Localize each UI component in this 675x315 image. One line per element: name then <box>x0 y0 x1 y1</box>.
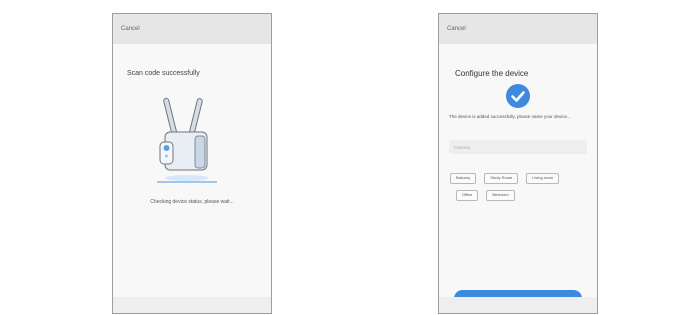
room-chip-study-room[interactable]: Study Room <box>484 173 519 184</box>
room-chip-bedroom[interactable]: Bedroom <box>486 190 515 201</box>
camera-icon <box>151 96 223 193</box>
room-chip-living-room[interactable]: Living room <box>526 173 559 184</box>
scan-content: Scan code successfully Checking device s… <box>113 44 271 297</box>
configure-content: Configure the device The device is added… <box>439 44 597 307</box>
page-title: Configure the device <box>455 69 529 78</box>
cancel-button[interactable]: Cancel <box>447 26 466 32</box>
status-text: Checking device status, please wait... <box>150 199 234 205</box>
bottom-bar <box>113 297 271 313</box>
page-title: Scan code successfully <box>127 70 200 77</box>
phone-screen-configure: Cancel Configure the device The device i… <box>438 13 598 314</box>
device-name-input[interactable] <box>449 140 587 154</box>
room-chip-balcony[interactable]: Balcony <box>450 173 477 184</box>
room-chip-row: Balcony Study Room Living room <box>450 173 559 184</box>
success-message: The device is added successfully, please… <box>449 114 571 119</box>
room-chip-row: Office Bedroom <box>456 190 515 201</box>
top-bar: Cancel <box>113 14 271 44</box>
top-bar: Cancel <box>439 14 597 44</box>
cancel-button[interactable]: Cancel <box>121 26 140 32</box>
bottom-bar <box>439 297 597 313</box>
phone-screen-scanning: Cancel Scan code successfully Checking d… <box>112 13 272 314</box>
check-circle-icon <box>505 83 531 114</box>
room-chip-office[interactable]: Office <box>456 190 479 201</box>
